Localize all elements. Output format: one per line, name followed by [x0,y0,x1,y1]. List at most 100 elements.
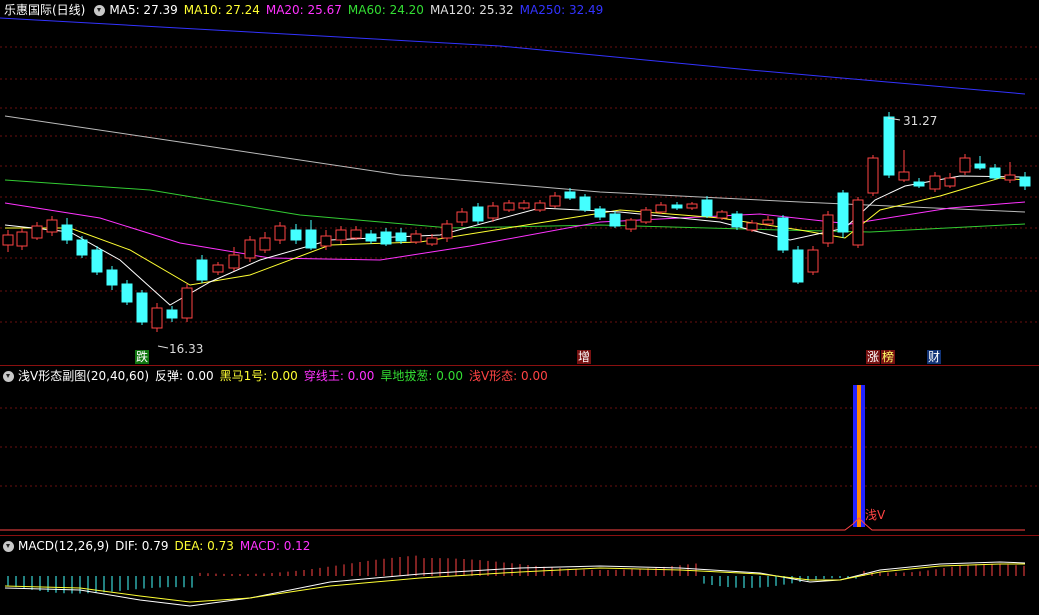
marker-ranking[interactable]: 榜 [881,350,896,364]
candlestick [472,206,484,222]
candlestick [701,199,713,217]
candlestick [549,195,561,207]
candlestick [487,205,499,219]
candlestick [290,229,302,241]
candlestick [76,239,88,256]
stock-title: 乐惠国际(日线) [4,3,86,17]
candlestick [91,249,103,273]
macd-dea: DEA: 0.73 [174,539,234,553]
low-pointer [157,345,169,349]
candlestick [913,181,925,187]
candlestick [640,209,652,223]
signal-label: 浅V [865,508,886,522]
candlestick [671,204,683,209]
candlestick [350,229,362,239]
indicator-header: 浅V形态副图(20,40,60) 反弹: 0.00 黑马1号: 0.00 穿线王… [0,368,554,384]
indicator-pullup: 旱地拔葱: 0.00 [380,369,463,383]
indicator-rebound: 反弹: 0.00 [155,369,214,383]
candlestick [686,203,698,209]
candlestick [46,219,58,233]
candlestick [212,264,224,273]
candlestick [655,204,667,213]
candlestick [883,116,895,176]
indicator-darkhorse: 黑马1号: 0.00 [219,369,298,383]
candlestick [792,249,804,283]
candlestick [136,292,148,323]
candlestick [228,254,240,269]
candlestick [807,249,819,273]
candlestick [989,167,1001,179]
ma5-label: MA5: 27.39 [109,3,178,17]
candlestick [365,233,377,242]
chevron-down-icon[interactable] [3,540,14,552]
macd-title: MACD(12,26,9) [18,539,110,553]
candlestick [320,235,332,247]
candlestick [852,199,864,246]
high-price-label: 31.27 [903,114,938,128]
indicator-title: 浅V形态副图(20,40,60) [18,369,150,383]
candlestick [166,309,178,319]
marker-increase[interactable]: 增 [577,350,592,364]
signal-bar-inner [857,385,861,527]
candlestick [395,232,407,242]
candlestick [426,237,438,245]
chevron-down-icon[interactable] [94,4,106,16]
candlestick [503,202,515,211]
candlestick [121,283,133,303]
candlestick [625,219,637,230]
ma20-label: MA20: 25.67 [265,3,342,17]
candlestick [974,163,986,169]
candlestick [305,229,317,249]
candlestick [534,202,546,211]
dif-line [4,561,1026,607]
candlestick [441,223,453,239]
candlestick [929,175,941,190]
chevron-down-icon[interactable] [3,370,14,382]
candlestick [2,234,14,246]
candlestick [106,269,118,286]
candlestick [1019,176,1031,187]
ma250-label: MA250: 32.49 [519,3,604,17]
candlestick [410,233,422,243]
low-price-label: 16.33 [169,342,204,356]
candlestick [898,171,910,181]
candlestick [822,214,834,244]
candlestick [518,202,530,209]
candlestick [609,213,621,227]
marker-finance[interactable]: 财 [927,350,942,364]
main-header: 乐惠国际(日线) MA5: 27.39 MA10: 27.24 MA20: 25… [0,2,609,18]
candlestick [335,229,347,241]
candlestick [837,192,849,233]
indicator-shallow-v: 浅V形态: 0.00 [468,369,548,383]
candlestick [716,211,728,219]
candlestick [579,196,591,211]
indicator-crossline: 穿线王: 0.00 [303,369,375,383]
panel-divider [0,365,1039,366]
candlestick [867,157,879,194]
candlestick [380,231,392,245]
candlestick [959,157,971,173]
macd-header: MACD(12,26,9) DIF: 0.79 DEA: 0.73 MACD: … [0,538,316,554]
candlestick [777,217,789,251]
candlestick [746,222,758,231]
candlestick [151,307,163,329]
candlestick [274,225,286,241]
candlestick [181,287,193,319]
candlestick [762,219,774,225]
candlestick [594,208,606,218]
ma10-label: MA10: 27.24 [183,3,260,17]
candlestick [61,224,73,241]
macd-dif: DIF: 0.79 [115,539,169,553]
marker-fall[interactable]: 跌 [135,350,150,364]
ma120-label: MA120: 25.32 [429,3,514,17]
panel-divider [0,535,1039,536]
candlestick [16,231,28,247]
candlestick [731,213,743,228]
dea-line [4,563,1025,603]
candlestick [1004,174,1016,181]
candlestick [456,211,468,223]
candlestick [944,177,956,187]
candlestick [196,259,208,281]
ma5-line [4,175,1026,306]
marker-rise[interactable]: 涨 [866,350,881,364]
